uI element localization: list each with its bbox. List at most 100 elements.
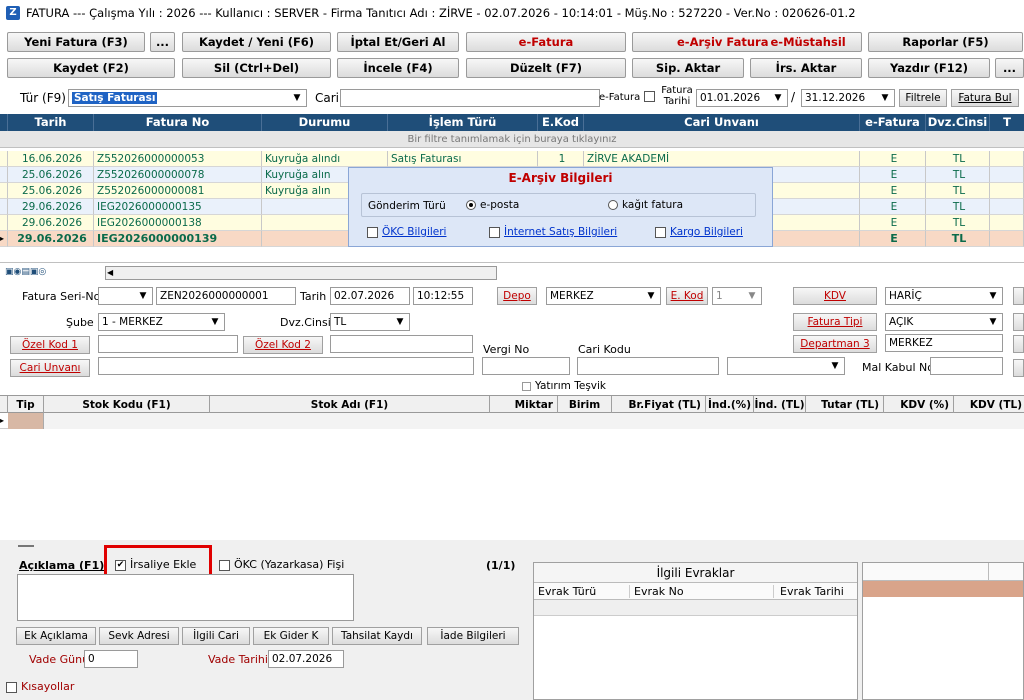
cell-durum[interactable]: Kuyruğa alındı — [262, 151, 388, 167]
col-dvz-cinsi[interactable]: Dvz.Cinsi — [926, 114, 990, 131]
cell-no[interactable]: IEG2026000000139 — [94, 231, 262, 247]
cell-t[interactable] — [990, 151, 1024, 167]
ozel-kod-1-button[interactable]: Özel Kod 1 — [10, 336, 90, 354]
more-button-2[interactable]: ... — [995, 58, 1024, 78]
ilgili-col-evrak-turu[interactable]: Evrak Türü — [538, 585, 630, 598]
items-col-tip[interactable]: Tip — [8, 396, 44, 414]
order-transfer-button[interactable]: Sip. Aktar — [632, 58, 744, 78]
mal-kabul-input[interactable] — [930, 357, 1003, 375]
cari-kodu-input[interactable] — [577, 357, 719, 375]
cell-ef[interactable]: E — [860, 215, 926, 231]
right-panel-row[interactable] — [863, 581, 1023, 597]
cari-unvani-button[interactable]: Cari Unvanı — [10, 359, 90, 377]
row-indicator[interactable] — [0, 151, 8, 167]
e-fatura-button[interactable]: e-Fatura — [466, 32, 626, 52]
cell-dvz[interactable]: TL — [926, 183, 990, 199]
seri-select[interactable]: ▼ — [98, 287, 153, 305]
cell-t[interactable] — [990, 231, 1024, 247]
edit-button[interactable]: Düzelt (F7) — [466, 58, 626, 78]
cell-ef[interactable]: E — [860, 199, 926, 215]
items-row[interactable]: ▸ — [0, 413, 1024, 429]
kargo-bilgileri-link[interactable]: Kargo Bilgileri — [670, 226, 743, 238]
cell-dvz[interactable]: TL — [926, 151, 990, 167]
tur-select[interactable]: Satış Faturası ▼ — [68, 89, 307, 107]
find-invoice-button[interactable]: Fatura Bul — [951, 89, 1019, 107]
tarih-input[interactable]: 02.07.2026 — [330, 287, 410, 305]
save-new-button[interactable]: Kaydet / Yeni (F6) — [182, 32, 331, 52]
depo-button[interactable]: Depo — [497, 287, 537, 305]
ilgili-empty-row[interactable] — [534, 600, 857, 616]
cell-dvz[interactable]: TL — [926, 215, 990, 231]
saat-input[interactable]: 10:12:55 — [413, 287, 473, 305]
yatirim-tesvik-option[interactable]: Yatırım Teşvik — [522, 380, 606, 392]
cell-ef[interactable]: E — [860, 183, 926, 199]
sube-select[interactable]: 1 - MERKEZ ▼ — [98, 313, 225, 331]
edge-button-3[interactable] — [1013, 335, 1024, 353]
cell-t[interactable] — [990, 215, 1024, 231]
cell-ef[interactable]: E — [860, 151, 926, 167]
seri-no-input[interactable]: ZEN2026000000001 — [156, 287, 296, 305]
vergi-no-input[interactable] — [482, 357, 570, 375]
cell-no[interactable]: IEG2026000000138 — [94, 215, 262, 231]
row-indicator[interactable] — [0, 167, 8, 183]
cell-ekod[interactable]: 1 — [538, 151, 584, 167]
edge-button-4[interactable] — [1013, 359, 1024, 377]
col-t[interactable]: T — [990, 114, 1024, 131]
cell-t[interactable] — [990, 199, 1024, 215]
reports-button[interactable]: Raporlar (F5) — [868, 32, 1023, 52]
col-fatura-no[interactable]: Fatura No — [94, 114, 262, 131]
kargo-option[interactable]: Kargo Bilgileri — [655, 226, 743, 238]
okc-bilgileri-link[interactable]: ÖKC Bilgileri — [382, 226, 446, 238]
inspect-button[interactable]: İncele (F4) — [337, 58, 459, 78]
horizontal-scrollbar[interactable]: ◀ — [105, 266, 497, 280]
vade-gunu-input[interactable]: 0 — [84, 650, 138, 668]
grid-row[interactable]: 16.06.2026 Z552026000000053 Kuyruğa alındı… — [0, 151, 1024, 167]
tahsilat-kaydi-button[interactable]: Tahsilat Kaydı — [332, 627, 422, 645]
dvz-select[interactable]: TL ▼ — [330, 313, 410, 331]
items-col-tutar[interactable]: Tutar (TL) — [806, 396, 884, 414]
delete-button[interactable]: Sil (Ctrl+Del) — [182, 58, 331, 78]
cell-tarih[interactable]: 16.06.2026 — [8, 151, 94, 167]
ekod-select[interactable]: 1 ▼ — [712, 287, 762, 305]
ek-gider-button[interactable]: Ek Gider K — [253, 627, 329, 645]
ilgili-col-evrak-tarihi[interactable]: Evrak Tarihi — [780, 585, 844, 598]
internet-satis-link[interactable]: İnternet Satış Bilgileri — [504, 226, 617, 238]
col-islem-turu[interactable]: İşlem Türü — [388, 114, 538, 131]
save-button[interactable]: Kaydet (F2) — [7, 58, 175, 78]
sevk-adresi-button[interactable]: Sevk Adresi — [99, 627, 179, 645]
ozel-kod-1-input[interactable] — [98, 335, 238, 353]
cell-islem[interactable]: Satış Faturası — [388, 151, 538, 167]
cari-unvani-input[interactable] — [98, 357, 474, 375]
col-tarih[interactable]: Tarih — [8, 114, 94, 131]
splitter-grip[interactable] — [18, 545, 34, 547]
ozel-kod-2-button[interactable]: Özel Kod 2 — [243, 336, 323, 354]
col-ekod[interactable]: E.Kod — [538, 114, 584, 131]
ilgili-cari-button[interactable]: İlgili Cari — [182, 627, 250, 645]
print-button[interactable]: Yazdır (F12) — [868, 58, 990, 78]
waybill-transfer-button[interactable]: İrs. Aktar — [750, 58, 862, 78]
cell-ef[interactable]: E — [860, 167, 926, 183]
aciklama-textarea[interactable] — [17, 574, 354, 621]
e-arsiv-fatura-button[interactable]: e-Arşiv Fatura e-Müstahsil — [632, 32, 862, 52]
edge-button-1[interactable] — [1013, 287, 1024, 305]
efatura-checkbox[interactable] — [644, 91, 655, 102]
col-cari-unvani[interactable]: Cari Unvanı — [584, 114, 860, 131]
kdv-select[interactable]: HARİÇ ▼ — [885, 287, 1003, 305]
cell-t[interactable] — [990, 167, 1024, 183]
fatura-tipi-select[interactable]: AÇIK ▼ — [885, 313, 1003, 331]
cell-no[interactable]: Z552026000000081 — [94, 183, 262, 199]
more-button-1[interactable]: ... — [150, 32, 175, 52]
cell-cari[interactable]: ZİRVE AKADEMİ — [584, 151, 860, 167]
departman-input[interactable]: MERKEZ — [885, 334, 1003, 352]
cell-no[interactable]: Z552026000000053 — [94, 151, 262, 167]
items-col-miktar[interactable]: Miktar — [490, 396, 558, 414]
ekod-button[interactable]: E. Kod — [666, 287, 708, 305]
iade-bilgileri-button[interactable]: İade Bilgileri — [427, 627, 519, 645]
cell-tarih[interactable]: 25.06.2026 — [8, 167, 94, 183]
row-indicator[interactable] — [0, 183, 8, 199]
items-col-birim[interactable]: Birim — [558, 396, 612, 414]
cell-dvz[interactable]: TL — [926, 199, 990, 215]
cell-t[interactable] — [990, 183, 1024, 199]
cell-dvz[interactable]: TL — [926, 231, 990, 247]
row-indicator[interactable] — [0, 199, 8, 215]
